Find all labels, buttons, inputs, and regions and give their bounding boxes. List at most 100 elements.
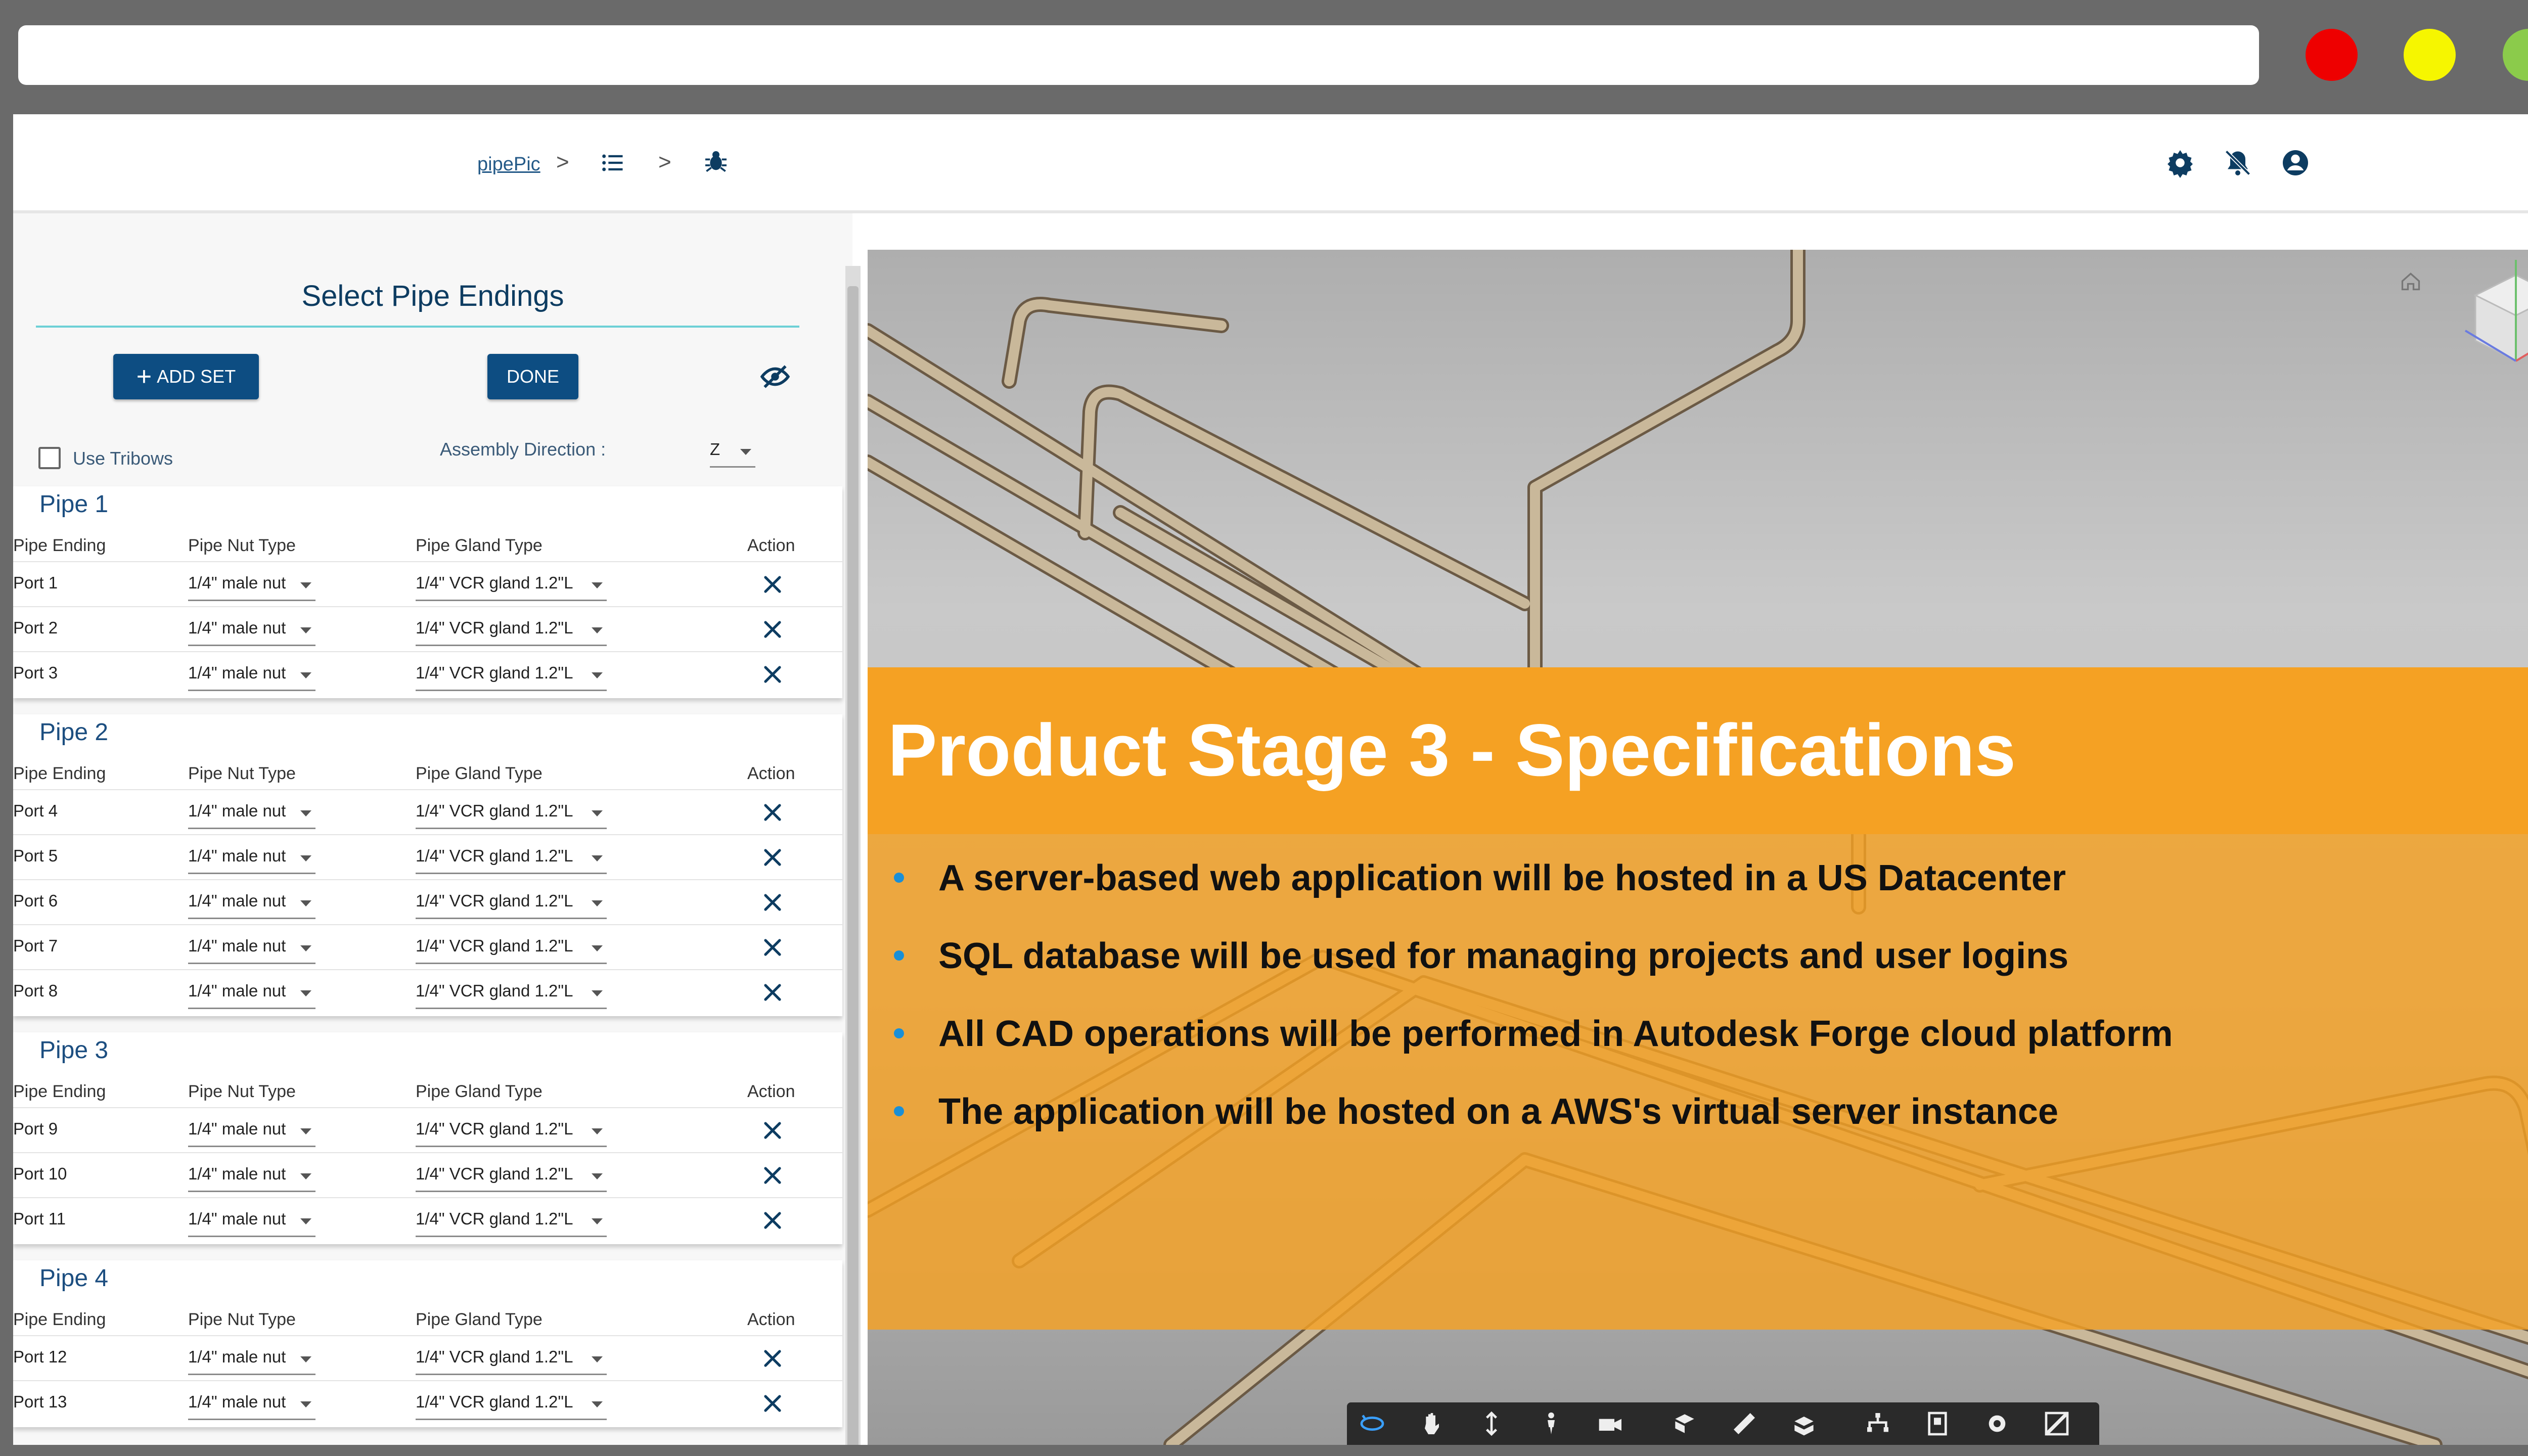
column-header: Pipe Nut Type xyxy=(188,764,296,783)
column-header: Pipe Ending xyxy=(13,536,106,555)
port-row: Port 8 1/4" male nut 1/4" VCR gland 1.2"L xyxy=(13,969,842,1015)
panel-scrollbar-thumb[interactable] xyxy=(847,286,859,1445)
gland-type-select-value: 1/4" VCR gland 1.2"L xyxy=(416,891,573,910)
title-divider xyxy=(36,326,799,328)
done-label: DONE xyxy=(506,366,559,387)
chevron-down-icon xyxy=(300,627,311,633)
minimize-window-button[interactable] xyxy=(2404,29,2456,81)
gland-type-select-value: 1/4" VCR gland 1.2"L xyxy=(416,1119,573,1138)
remove-port-icon[interactable] xyxy=(760,1163,785,1188)
pan-icon[interactable] xyxy=(1418,1409,1446,1438)
home-icon[interactable] xyxy=(2400,270,2422,292)
port-row: Port 7 1/4" male nut 1/4" VCR gland 1.2"L xyxy=(13,924,842,970)
remove-port-icon[interactable] xyxy=(760,890,785,915)
column-header: Action xyxy=(747,1082,795,1101)
use-tribows-checkbox[interactable] xyxy=(38,447,61,469)
nut-type-select[interactable]: 1/4" male nut xyxy=(188,797,315,829)
section-icon[interactable] xyxy=(1790,1409,1818,1438)
remove-port-icon[interactable] xyxy=(760,935,785,960)
url-bar[interactable] xyxy=(18,25,2259,85)
gland-type-select[interactable]: 1/4" VCR gland 1.2"L xyxy=(416,797,607,829)
pipe-title: Pipe 4 xyxy=(39,1265,109,1292)
remove-port-icon[interactable] xyxy=(760,845,785,870)
first-person-icon[interactable] xyxy=(1537,1409,1565,1438)
remove-port-icon[interactable] xyxy=(760,1346,785,1371)
chevron-down-icon xyxy=(300,582,311,588)
chevron-down-icon xyxy=(592,945,603,951)
done-button[interactable]: DONE xyxy=(487,354,578,399)
remove-port-icon[interactable] xyxy=(760,662,785,687)
port-name: Port 3 xyxy=(13,663,58,682)
explode-icon[interactable] xyxy=(1671,1409,1699,1438)
port-name: Port 11 xyxy=(13,1209,66,1228)
orbit-icon[interactable] xyxy=(1358,1409,1386,1438)
breadcrumb-separator: > xyxy=(556,150,569,174)
nut-type-select[interactable]: 1/4" male nut xyxy=(188,1343,315,1375)
remove-port-icon[interactable] xyxy=(760,572,785,597)
pipe-card: Pipe 4 Pipe Ending Pipe Nut Type Pipe Gland… xyxy=(13,1260,842,1427)
close-window-button[interactable] xyxy=(2306,29,2358,81)
gland-type-select-value: 1/4" VCR gland 1.2"L xyxy=(416,1164,573,1183)
chevron-down-icon xyxy=(592,582,603,588)
port-row: Port 11 1/4" male nut 1/4" VCR gland 1.2"L xyxy=(13,1197,842,1243)
gland-type-select[interactable]: 1/4" VCR gland 1.2"L xyxy=(416,569,607,601)
nut-type-select[interactable]: 1/4" male nut xyxy=(188,977,315,1009)
gland-type-select[interactable]: 1/4" VCR gland 1.2"L xyxy=(416,887,607,919)
bug-icon[interactable] xyxy=(702,148,730,176)
gland-type-select[interactable]: 1/4" VCR gland 1.2"L xyxy=(416,1160,607,1192)
pipe-card: Pipe 3 Pipe Ending Pipe Nut Type Pipe Gland… xyxy=(13,1032,842,1244)
remove-port-icon[interactable] xyxy=(760,1208,785,1233)
nut-type-select[interactable]: 1/4" male nut xyxy=(188,887,315,919)
gland-type-select[interactable]: 1/4" VCR gland 1.2"L xyxy=(416,1205,607,1237)
gland-type-select[interactable]: 1/4" VCR gland 1.2"L xyxy=(416,977,607,1009)
nut-type-select[interactable]: 1/4" male nut xyxy=(188,659,315,691)
assembly-direction-value: Z xyxy=(710,440,720,459)
chevron-down-icon xyxy=(592,1218,603,1224)
measure-icon[interactable] xyxy=(1730,1409,1758,1438)
gland-type-select[interactable]: 1/4" VCR gland 1.2"L xyxy=(416,1115,607,1147)
maximize-window-button[interactable] xyxy=(2503,29,2528,81)
settings-icon[interactable] xyxy=(1983,1409,2011,1438)
nut-type-select-value: 1/4" male nut xyxy=(188,1392,286,1411)
model-browser-icon[interactable] xyxy=(1864,1409,1892,1438)
nut-type-select[interactable]: 1/4" male nut xyxy=(188,842,315,874)
remove-port-icon[interactable] xyxy=(760,617,785,642)
remove-port-icon[interactable] xyxy=(760,980,785,1005)
add-set-button[interactable]: + ADD SET xyxy=(113,354,259,399)
chevron-down-icon xyxy=(592,990,603,996)
nut-type-select[interactable]: 1/4" male nut xyxy=(188,1115,315,1147)
nut-type-select[interactable]: 1/4" male nut xyxy=(188,1160,315,1192)
gland-type-select[interactable]: 1/4" VCR gland 1.2"L xyxy=(416,1343,607,1375)
chevron-down-icon xyxy=(592,1356,603,1362)
fullscreen-icon[interactable] xyxy=(2043,1409,2071,1438)
nut-type-select[interactable]: 1/4" male nut xyxy=(188,1388,315,1420)
column-header: Pipe Ending xyxy=(13,764,106,783)
gear-icon[interactable] xyxy=(2165,148,2195,178)
gland-type-select-value: 1/4" VCR gland 1.2"L xyxy=(416,936,573,955)
remove-port-icon[interactable] xyxy=(760,800,785,825)
nut-type-select[interactable]: 1/4" male nut xyxy=(188,932,315,964)
gland-type-select[interactable]: 1/4" VCR gland 1.2"L xyxy=(416,659,607,691)
gland-type-select[interactable]: 1/4" VCR gland 1.2"L xyxy=(416,842,607,874)
nut-type-select[interactable]: 1/4" male nut xyxy=(188,569,315,601)
assembly-direction-select[interactable]: Z xyxy=(710,436,755,468)
nut-type-select[interactable]: 1/4" male nut xyxy=(188,614,315,646)
gland-type-select[interactable]: 1/4" VCR gland 1.2"L xyxy=(416,1388,607,1420)
bell-off-icon[interactable] xyxy=(2223,148,2253,178)
breadcrumb-root-link[interactable]: pipePic xyxy=(477,154,540,175)
viewcube-icon[interactable] xyxy=(2460,255,2528,371)
gland-type-select[interactable]: 1/4" VCR gland 1.2"L xyxy=(416,932,607,964)
chevron-down-icon xyxy=(300,900,311,906)
remove-port-icon[interactable] xyxy=(760,1391,785,1416)
gland-type-select[interactable]: 1/4" VCR gland 1.2"L xyxy=(416,614,607,646)
account-icon[interactable] xyxy=(2280,148,2311,178)
zoom-icon[interactable] xyxy=(1477,1409,1506,1438)
list-icon[interactable] xyxy=(600,150,626,176)
properties-icon[interactable] xyxy=(1923,1409,1952,1438)
gland-type-select-value: 1/4" VCR gland 1.2"L xyxy=(416,846,573,865)
camera-icon[interactable] xyxy=(1597,1409,1625,1438)
remove-port-icon[interactable] xyxy=(760,1118,785,1143)
port-name: Port 13 xyxy=(13,1392,67,1411)
eye-off-icon[interactable] xyxy=(759,361,791,392)
nut-type-select[interactable]: 1/4" male nut xyxy=(188,1205,315,1237)
